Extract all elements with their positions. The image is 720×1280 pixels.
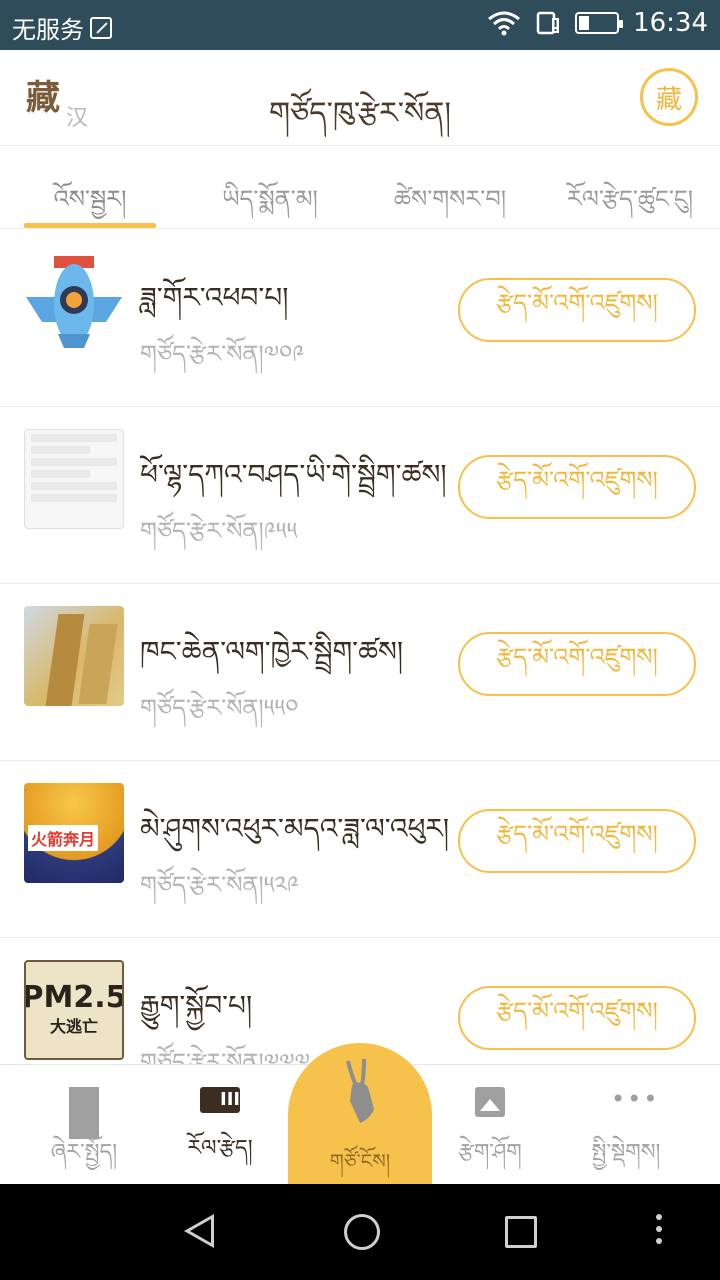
sim-alert-icon [536,11,560,35]
tab-newest[interactable]: ཚེས་གསར་བ། [360,147,540,228]
nav-item-games[interactable]: རོལ་རྩེད། [148,1065,292,1185]
list-item[interactable]: ཟླ་གོར་འཕབ་པ། གཙོད་རྩེར་སོན།༧༠༩ རྩེད་མོ་… [0,230,720,407]
nav-label: རྩེག་ཤོག [458,1140,522,1165]
game-list: ཟླ་གོར་འཕབ་པ། གཙོད་རྩེར་སོན།༧༠༩ རྩེད་མོ་… [0,230,720,1064]
status-left: 无服务 [12,10,112,45]
wifi-icon [488,11,520,36]
system-nav-bar [0,1184,720,1280]
logo-icon[interactable]: 藏 [640,68,698,126]
nav-label: རོལ་རྩེད། [187,1136,253,1161]
nav-label: ཞེར་སྤྱོད། [50,1140,118,1165]
home-icon[interactable] [344,1214,380,1250]
list-item[interactable]: ཕོ་ལྷ་དཀའ་བཤད་ཡི་གེ་སྦྲིག་ཚས། གཙོད་རྩེར་… [0,407,720,584]
pm25-thumbnail: PM2.5 大逃亡 [24,960,124,1060]
app-header: 藏 汉 གཙོད་ཁུ་རྩེར་སོན། 藏 [0,50,720,146]
list-item[interactable]: ཁང་ཆེན་ལག་ཁྱེར་སྦྲིག་ཚས། གཙོད་རྩེར་སོན།༥… [0,584,720,761]
tab-favorites[interactable]: ཡིད་སྨོན་མ། [180,147,360,228]
profile-card-icon [200,1087,240,1113]
item-play-count: གཙོད་རྩེར་སོན།༧༧༧ [140,1048,310,1064]
nav-label: སྤྱི་སྡེགས། [591,1140,661,1165]
tab-bar: འོས་སྦྱར། ཡིད་སྨོན་མ། ཚེས་གསར་བ། རོལ་རྩེ… [0,147,720,229]
no-sim-icon [90,16,112,39]
item-play-count: གཙོད་རྩེར་སོན།༥༥༠ [140,694,299,722]
status-right: 16:34 [487,8,708,38]
item-play-count: གཙོད་རྩེར་སོན།༩༥༥ [140,517,298,545]
moon-rocket-thumbnail: 火箭奔月 [24,783,124,883]
start-game-button[interactable]: རྩེད་མོ་འགོ་འཛུགས། [458,455,696,519]
tab-small-games[interactable]: རོལ་རྩེད་ཚུང་ངུ། [540,147,720,228]
grid-icon [69,1087,99,1139]
airplane-game-thumbnail [24,252,124,352]
list-item[interactable]: 火箭奔月 མེ་ཤུགས་འཕུར་མདའ་ཟླ་ལ་འཕུར། གཙོད་རྩ… [0,761,720,938]
recent-apps-icon[interactable] [505,1216,537,1248]
airplane-icon [26,256,122,348]
image-icon [475,1087,505,1117]
item-play-count: གཙོད་རྩེར་སོན།༥༢༩ [140,871,300,899]
nav-item-home[interactable]: ཞེར་སྤྱོད། [12,1065,156,1185]
thumbnail-caption: 火箭奔月 [28,825,99,851]
nav-item-main[interactable]: གཙོ་ངོས། [288,1043,432,1185]
start-game-button[interactable]: རྩེད་མོ་འགོ་འཛུགས། [458,986,696,1050]
more-dots-icon: ••• [611,1085,660,1113]
start-game-button[interactable]: རྩེད་མོ་འགོ་འཛུགས། [458,632,696,696]
thumbnail-subcaption: 大逃亡 [49,1017,98,1036]
app-screenshot-thumbnail [24,429,124,529]
start-game-button[interactable]: རྩེད་མོ་འགོ་འཛུགས། [458,278,696,342]
logo-text: 藏 [655,84,682,115]
item-play-count: གཙོད་རྩེར་སོན།༧༠༩ [140,340,305,368]
antelope-icon [346,1058,374,1123]
tab-recommended[interactable]: འོས་སྦྱར། [0,147,180,228]
nav-item-gallery[interactable]: རྩེག་ཤོག [418,1065,562,1185]
nav-item-more[interactable]: ••• སྤྱི་སྡེགས། [554,1065,698,1185]
back-icon[interactable] [184,1214,214,1248]
bottom-nav: ཞེར་སྤྱོད། རོལ་རྩེད། གཙོ་ངོས། རྩེག་ཤོག •… [0,1043,720,1185]
battery-icon [575,12,624,34]
building-thumbnail [24,606,124,706]
start-game-button[interactable]: རྩེད་མོ་འགོ་འཛུགས། [458,809,696,873]
carrier-label: 无服务 [12,16,84,44]
clock: 16:34 [633,8,708,38]
thumbnail-caption: PM2.5 [24,980,124,1015]
overflow-menu-icon[interactable] [656,1214,664,1250]
status-bar: 无服务 16:34 [0,0,720,50]
